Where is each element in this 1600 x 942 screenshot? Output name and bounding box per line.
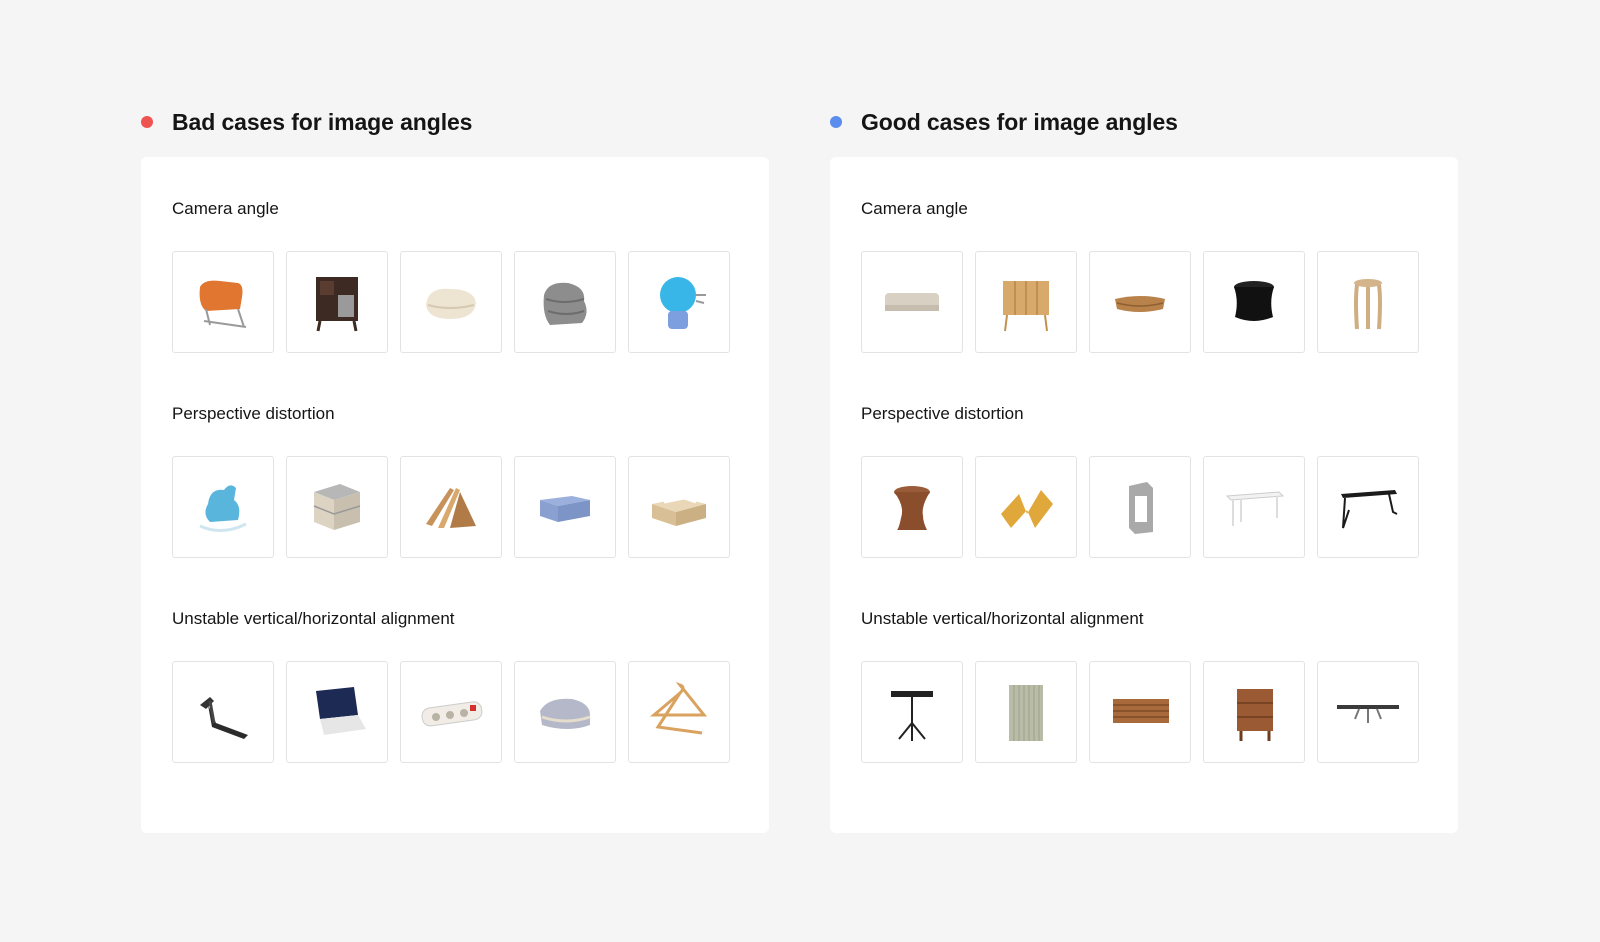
bad-section-unstable-alignment: Unstable vertical/horizontal alignment <box>172 607 730 763</box>
thumbnail[interactable] <box>1089 251 1191 353</box>
thumbnail[interactable] <box>400 456 502 558</box>
thumbnail[interactable] <box>514 661 616 763</box>
folded-blanket-icon <box>426 288 476 319</box>
blue-dot-icon <box>830 116 842 128</box>
wood-planks-icon <box>426 488 476 528</box>
thumbnail[interactable] <box>861 251 963 353</box>
metal-frame-icon <box>1129 482 1153 534</box>
thumbnail[interactable] <box>286 456 388 558</box>
thumbnail[interactable] <box>172 456 274 558</box>
thumbnail[interactable] <box>1317 251 1419 353</box>
section-title: Camera angle <box>172 199 279 218</box>
thumbnail-row <box>172 456 730 558</box>
thumbnail[interactable] <box>628 251 730 353</box>
treadmill-icon <box>200 697 248 739</box>
thumbnail-row <box>861 661 1419 763</box>
clothes-hanger-icon <box>649 681 708 735</box>
wood-stool-icon <box>1354 279 1382 330</box>
bad-cases-heading: Bad cases for image angles <box>141 104 472 140</box>
good-cases-title: Good cases for image angles <box>861 108 1178 135</box>
black-desk-icon <box>1341 490 1398 529</box>
long-dining-table-icon <box>1337 705 1399 723</box>
rolled-grey-blanket-icon <box>543 282 587 325</box>
good-section-perspective-distortion: Perspective distortion <box>861 402 1419 558</box>
section-title: Camera angle <box>861 199 968 218</box>
wood-side-table-icon <box>894 486 930 530</box>
thumbnail[interactable] <box>400 251 502 353</box>
thumbnail[interactable] <box>628 456 730 558</box>
good-section-unstable-alignment: Unstable vertical/horizontal alignment <box>861 607 1419 763</box>
thumbnail[interactable] <box>286 661 388 763</box>
bad-cases-card: Camera angle Perspective distortion Unst… <box>141 157 769 833</box>
thumbnail[interactable] <box>514 251 616 353</box>
wooden-box-bed-icon <box>652 496 706 526</box>
black-bistro-table-icon <box>891 691 933 741</box>
section-title: Perspective distortion <box>172 404 335 423</box>
thumbnail[interactable] <box>1203 456 1305 558</box>
woven-tray-icon <box>1115 296 1165 312</box>
mattress-stack-icon <box>313 484 361 530</box>
ribbed-panel-icon <box>1009 685 1043 741</box>
thumbnail-row <box>861 456 1419 558</box>
thumbnail[interactable] <box>861 456 963 558</box>
good-cases-heading: Good cases for image angles <box>830 104 1178 140</box>
thumbnail[interactable] <box>1089 456 1191 558</box>
thumbnail[interactable] <box>975 661 1077 763</box>
section-title: Unstable vertical/horizontal alignment <box>172 609 455 628</box>
good-cases-card: Camera angle Perspective distortion Unst… <box>830 157 1458 833</box>
thumbnail[interactable] <box>172 251 274 353</box>
blue-rocking-horse-icon <box>199 485 247 532</box>
slatted-cabinet-icon <box>1113 699 1169 723</box>
beige-sofa-icon <box>885 293 939 311</box>
thumbnail[interactable] <box>514 456 616 558</box>
thumbnail[interactable] <box>1203 251 1305 353</box>
thumbnail[interactable] <box>286 251 388 353</box>
section-title: Unstable vertical/horizontal alignment <box>861 609 1144 628</box>
white-bench-icon <box>1225 491 1285 526</box>
blue-plugin-diffuser-icon <box>660 277 706 329</box>
folded-towel-icon <box>540 698 591 729</box>
folded-panel-icon <box>1001 490 1053 528</box>
wooden-sideboard-icon <box>1003 281 1049 332</box>
red-dot-icon <box>141 116 153 128</box>
thumbnail[interactable] <box>1317 456 1419 558</box>
thumbnail-row <box>861 251 1419 353</box>
thumbnail[interactable] <box>861 661 963 763</box>
blue-bed-skirt-icon <box>540 496 590 522</box>
power-strip-icon <box>421 701 483 727</box>
thumbnail[interactable] <box>975 251 1077 353</box>
thumbnail[interactable] <box>1317 661 1419 763</box>
bad-cases-title: Bad cases for image angles <box>172 108 473 135</box>
thumbnail[interactable] <box>172 661 274 763</box>
thumbnail-row <box>172 661 730 763</box>
dark-wood-cabinet-icon <box>316 277 358 332</box>
bad-section-camera-angle: Camera angle <box>172 197 730 353</box>
thumbnail[interactable] <box>400 661 502 763</box>
thumbnail[interactable] <box>1203 661 1305 763</box>
laptop-icon <box>316 687 366 735</box>
thumbnail[interactable] <box>975 456 1077 558</box>
orange-lounge-chair-icon <box>199 280 247 328</box>
wood-nightstand-icon <box>1237 689 1273 741</box>
black-stool-icon <box>1234 281 1274 321</box>
thumbnail[interactable] <box>1089 661 1191 763</box>
thumbnail[interactable] <box>628 661 730 763</box>
good-section-camera-angle: Camera angle <box>861 197 1419 353</box>
section-title: Perspective distortion <box>861 404 1024 423</box>
thumbnail-row <box>172 251 730 353</box>
bad-section-perspective-distortion: Perspective distortion <box>172 402 730 558</box>
